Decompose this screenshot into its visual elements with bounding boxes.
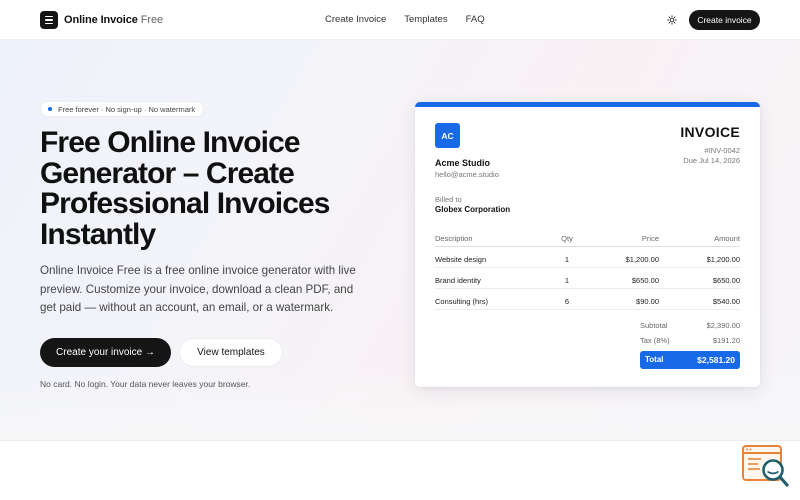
subtotal-row: Subtotal $2,390.00	[640, 321, 740, 335]
nav-links: Create Invoice Templates FAQ	[325, 14, 485, 25]
billed-to-name: Globex Corporation	[435, 205, 511, 214]
nav-link-create-invoice[interactable]: Create Invoice	[325, 14, 386, 25]
row-qty: 1	[564, 276, 570, 285]
company-name: Acme Studio	[435, 158, 491, 168]
row-amount: $1,200.00	[706, 255, 740, 264]
column-description: Description	[435, 234, 473, 243]
document-icon	[40, 11, 58, 29]
pill-text: Free forever · No sign-up · No watermark	[58, 104, 196, 114]
create-invoice-nav-button[interactable]: Create invoice	[689, 10, 760, 30]
total-label: Total	[645, 355, 664, 364]
brand-logo[interactable]: Online Invoice Free	[40, 11, 163, 29]
row-amount: $650.00	[712, 276, 740, 285]
tax-row: Tax (8%) $191.20	[640, 336, 740, 350]
nav-link-templates[interactable]: Templates	[404, 14, 447, 25]
subtotal-label: Subtotal	[640, 321, 668, 330]
hero-title: Free Online Invoice Generator – Create P…	[40, 126, 330, 251]
row-price: $90.00	[636, 297, 659, 306]
brand-name: Online Invoice Free	[64, 14, 163, 26]
total-row: Total $2,581.20	[640, 351, 740, 369]
search-document-icon	[742, 445, 789, 487]
table-row: Website design 1 $1,200.00 $1,200.00	[435, 247, 740, 268]
pill-dot-icon	[48, 107, 52, 111]
nav-link-faq[interactable]: FAQ	[466, 14, 485, 25]
company-email: hello@acme.studio	[435, 170, 499, 179]
column-qty: Qty	[561, 234, 573, 243]
theme-toggle-button[interactable]	[664, 12, 680, 28]
tax-value: $191.20	[712, 336, 740, 345]
row-price: $1,200.00	[625, 255, 659, 264]
table-row: Consulting (hrs) 6 $90.00 $540.00	[435, 289, 740, 310]
invoice-preview-card: AC Acme Studio hello@acme.studio INVOICE…	[415, 102, 760, 387]
top-nav: Online Invoice Free Create Invoice Templa…	[0, 0, 800, 40]
view-templates-button[interactable]: View templates	[179, 338, 283, 367]
feature-pill: Free forever · No sign-up · No watermark	[40, 101, 205, 117]
tax-label: Tax (8%)	[640, 336, 670, 345]
invoice-heading: INVOICE	[680, 124, 740, 140]
total-value: $2,581.20	[697, 355, 735, 365]
table-row: Brand identity 1 $650.00 $650.00	[435, 268, 740, 289]
subtotal-value: $2,390.00	[706, 321, 740, 330]
table-header: Description Qty Price Amount	[435, 225, 740, 247]
company-badge: AC	[435, 123, 460, 148]
floating-search-widget[interactable]	[741, 444, 791, 490]
lower-section	[0, 440, 800, 500]
sun-icon	[667, 15, 677, 25]
brand-suffix: Free	[140, 14, 164, 26]
privacy-note: No card. No login. Your data never leave…	[40, 379, 251, 389]
row-qty: 6	[564, 297, 570, 306]
column-amount: Amount	[714, 234, 740, 243]
row-price: $650.00	[631, 276, 659, 285]
invoice-number: #INV-0042	[704, 146, 740, 155]
create-your-invoice-button[interactable]: Create your invoice →	[40, 338, 171, 367]
row-description: Brand identity	[435, 276, 481, 285]
column-price: Price	[641, 234, 659, 243]
invoice-due-date: Due Jul 14, 2026	[683, 156, 740, 165]
row-description: Consulting (hrs)	[435, 297, 488, 306]
billed-to-label: Billed to	[435, 195, 462, 204]
line-items-table: Description Qty Price Amount Website des…	[435, 225, 740, 310]
row-description: Website design	[435, 255, 487, 264]
hero-subtitle: Online Invoice Free is a free online inv…	[40, 264, 356, 314]
invoice-content: AC Acme Studio hello@acme.studio INVOICE…	[435, 107, 740, 387]
row-qty: 1	[564, 255, 570, 264]
row-amount: $540.00	[712, 297, 740, 306]
brand-title: Online Invoice	[64, 14, 138, 26]
